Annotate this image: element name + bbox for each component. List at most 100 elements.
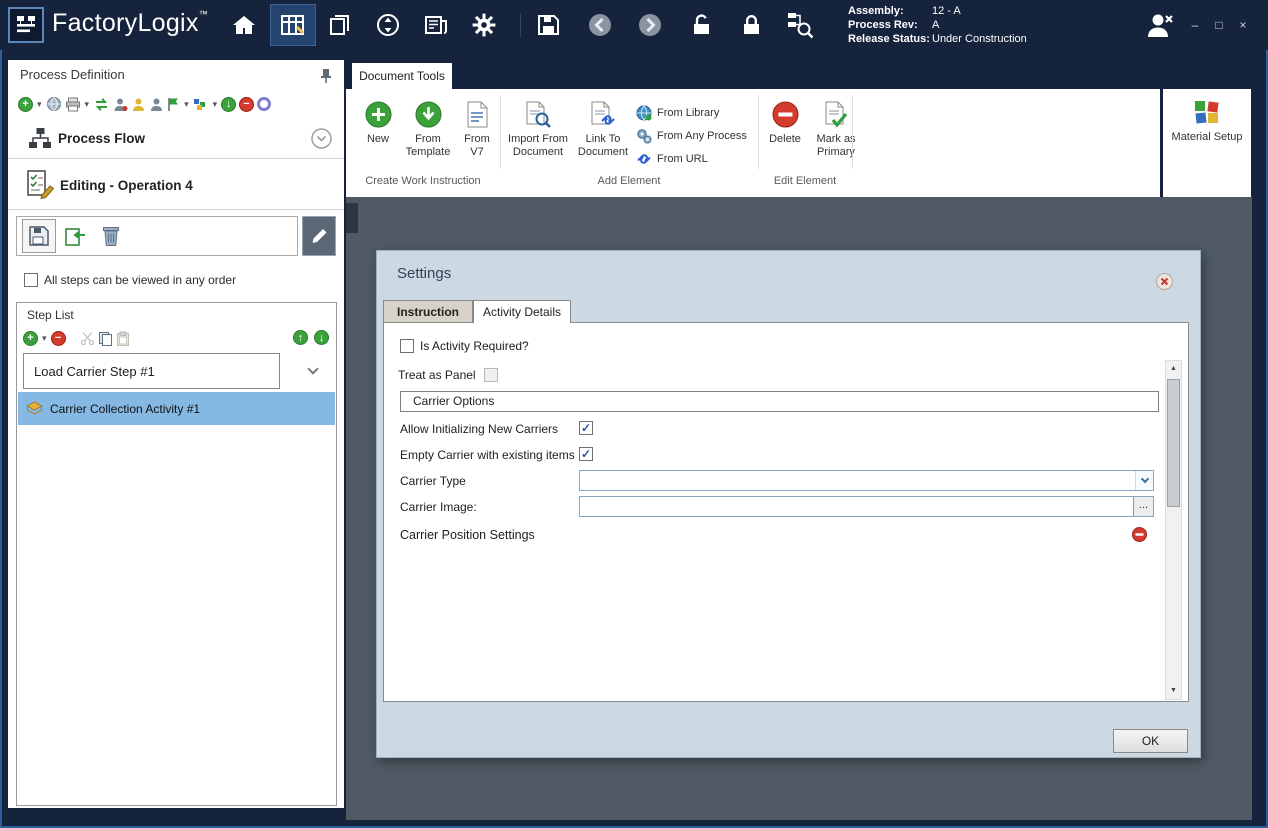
transfer-button[interactable] bbox=[372, 11, 404, 39]
step-name-input[interactable] bbox=[23, 353, 280, 389]
add-dropdown-caret[interactable]: ▾ bbox=[37, 99, 42, 110]
news-button[interactable] bbox=[420, 11, 452, 39]
release-status-value: Under Construction bbox=[932, 33, 1027, 45]
pin-button[interactable] bbox=[320, 68, 332, 89]
dialog-close-button[interactable] bbox=[1156, 273, 1173, 295]
link-to-document-button[interactable]: Link To Document bbox=[574, 101, 632, 159]
process-definition-button[interactable] bbox=[270, 4, 316, 46]
from-template-button[interactable]: From Template bbox=[402, 101, 454, 159]
browse-button[interactable]: ... bbox=[1133, 497, 1153, 516]
edit-mode-button[interactable] bbox=[302, 216, 336, 256]
back-button[interactable] bbox=[584, 11, 616, 39]
collapsed-panel-notch[interactable] bbox=[346, 203, 358, 233]
treat-as-panel-checkbox[interactable] bbox=[484, 368, 498, 382]
print-dropdown-caret[interactable]: ▾ bbox=[85, 99, 90, 110]
link-globe-icon[interactable] bbox=[46, 96, 62, 112]
from-library-button[interactable]: From Library bbox=[636, 105, 719, 121]
add-step-caret[interactable]: ▾ bbox=[42, 333, 47, 344]
maximize-button[interactable]: □ bbox=[1210, 16, 1228, 34]
user-assign-icon[interactable] bbox=[113, 97, 128, 112]
chevron-down-icon bbox=[1140, 475, 1148, 483]
minimize-button[interactable]: – bbox=[1186, 16, 1204, 34]
settings-button[interactable] bbox=[468, 11, 500, 39]
context-info: Assembly:12 - A Process Rev:A Release St… bbox=[848, 4, 1027, 46]
tab-activity-details[interactable]: Activity Details bbox=[473, 300, 571, 323]
plus-icon: + bbox=[27, 331, 33, 345]
scroll-down-button[interactable]: ▼ bbox=[1166, 683, 1181, 699]
paste-icon[interactable] bbox=[116, 331, 130, 346]
record-icon[interactable] bbox=[257, 97, 271, 111]
new-button[interactable]: New bbox=[356, 101, 400, 146]
cut-icon[interactable] bbox=[80, 331, 95, 346]
sync-icon[interactable] bbox=[93, 97, 110, 112]
is-activity-required-label: Is Activity Required? bbox=[420, 339, 529, 353]
titlebar: FactoryLogix™ bbox=[0, 0, 1268, 50]
flag-dropdown-caret[interactable]: ▾ bbox=[184, 99, 189, 110]
collapse-circle-icon[interactable] bbox=[311, 128, 332, 149]
save-button[interactable] bbox=[532, 11, 564, 39]
add-step-button[interactable]: + bbox=[23, 331, 38, 346]
mark-as-primary-button[interactable]: Mark as Primary bbox=[808, 101, 864, 159]
remove-step-button[interactable]: − bbox=[51, 331, 66, 346]
home-button[interactable] bbox=[228, 11, 260, 39]
delete-step-button[interactable] bbox=[94, 219, 128, 253]
documents-button[interactable] bbox=[324, 11, 356, 39]
move-down-button[interactable]: ↓ bbox=[221, 97, 236, 112]
ok-button[interactable]: OK bbox=[1113, 729, 1188, 753]
delete-element-button[interactable]: Delete bbox=[764, 101, 806, 146]
scroll-up-button[interactable]: ▲ bbox=[1166, 361, 1181, 377]
lock-button[interactable] bbox=[736, 11, 768, 39]
from-any-process-button[interactable]: From Any Process bbox=[636, 128, 747, 144]
document-icon bbox=[466, 101, 489, 128]
carrier-type-combobox[interactable] bbox=[579, 470, 1154, 491]
is-activity-required-checkbox[interactable] bbox=[400, 339, 414, 353]
tab-document-tools[interactable]: Document Tools bbox=[352, 63, 452, 89]
palette-dropdown-caret[interactable]: ▾ bbox=[213, 99, 218, 110]
all-steps-checkbox[interactable] bbox=[24, 273, 38, 287]
print-icon[interactable] bbox=[65, 97, 81, 112]
combo-dropdown-button[interactable] bbox=[1135, 471, 1153, 490]
allow-initializing-checkbox[interactable]: ✓ bbox=[579, 421, 593, 435]
release-status-label: Release Status: bbox=[848, 32, 932, 46]
scroll-thumb[interactable] bbox=[1167, 379, 1180, 507]
remove-process-button[interactable]: − bbox=[239, 97, 254, 112]
step-expander-chevron[interactable] bbox=[307, 363, 318, 374]
from-v7-button[interactable]: From V7 bbox=[456, 101, 498, 159]
empty-carrier-label: Empty Carrier with existing items bbox=[400, 448, 575, 462]
gears-icon bbox=[636, 128, 652, 144]
unlock-button[interactable] bbox=[686, 11, 718, 39]
from-v7-label: From V7 bbox=[456, 133, 498, 159]
remove-position-button[interactable] bbox=[1132, 527, 1147, 542]
import-from-document-button[interactable]: Import From Document bbox=[506, 101, 570, 159]
process-flow-header[interactable]: Process Flow bbox=[8, 122, 344, 156]
move-step-up-button[interactable]: ↑ bbox=[293, 330, 308, 345]
tab-instruction[interactable]: Instruction bbox=[383, 300, 473, 322]
ribbon-separator bbox=[758, 95, 759, 169]
move-step-down-button[interactable]: ↓ bbox=[314, 330, 329, 345]
copy-icon[interactable] bbox=[98, 331, 113, 346]
carrier-image-field[interactable]: ... bbox=[579, 496, 1154, 517]
all-steps-label: All steps can be viewed in any order bbox=[44, 273, 236, 287]
import-step-button[interactable] bbox=[58, 219, 92, 253]
carrier-position-settings-label: Carrier Position Settings bbox=[400, 528, 535, 542]
document-link-icon bbox=[590, 101, 616, 128]
flag-icon[interactable] bbox=[167, 97, 180, 112]
palette-icon[interactable] bbox=[193, 97, 209, 111]
from-url-button[interactable]: From URL bbox=[636, 151, 708, 167]
titlebar-separator bbox=[520, 13, 521, 37]
close-button[interactable]: × bbox=[1234, 16, 1252, 34]
empty-carrier-checkbox[interactable]: ✓ bbox=[579, 447, 593, 461]
save-step-button[interactable] bbox=[22, 219, 56, 253]
check-icon: ✓ bbox=[581, 447, 591, 461]
app-logo bbox=[8, 7, 44, 43]
material-setup-button[interactable]: Material Setup bbox=[1167, 99, 1247, 144]
vertical-scrollbar[interactable]: ▲ ▼ bbox=[1165, 360, 1182, 700]
process-search-button[interactable] bbox=[784, 11, 816, 39]
forward-button[interactable] bbox=[634, 11, 666, 39]
activity-list-item[interactable]: Carrier Collection Activity #1 bbox=[18, 392, 335, 425]
user-highlight-icon[interactable] bbox=[131, 97, 146, 112]
add-process-button[interactable]: + bbox=[18, 97, 33, 112]
logoff-button[interactable] bbox=[1143, 11, 1175, 39]
user-icon[interactable] bbox=[149, 97, 164, 112]
from-url-label: From URL bbox=[657, 153, 708, 165]
